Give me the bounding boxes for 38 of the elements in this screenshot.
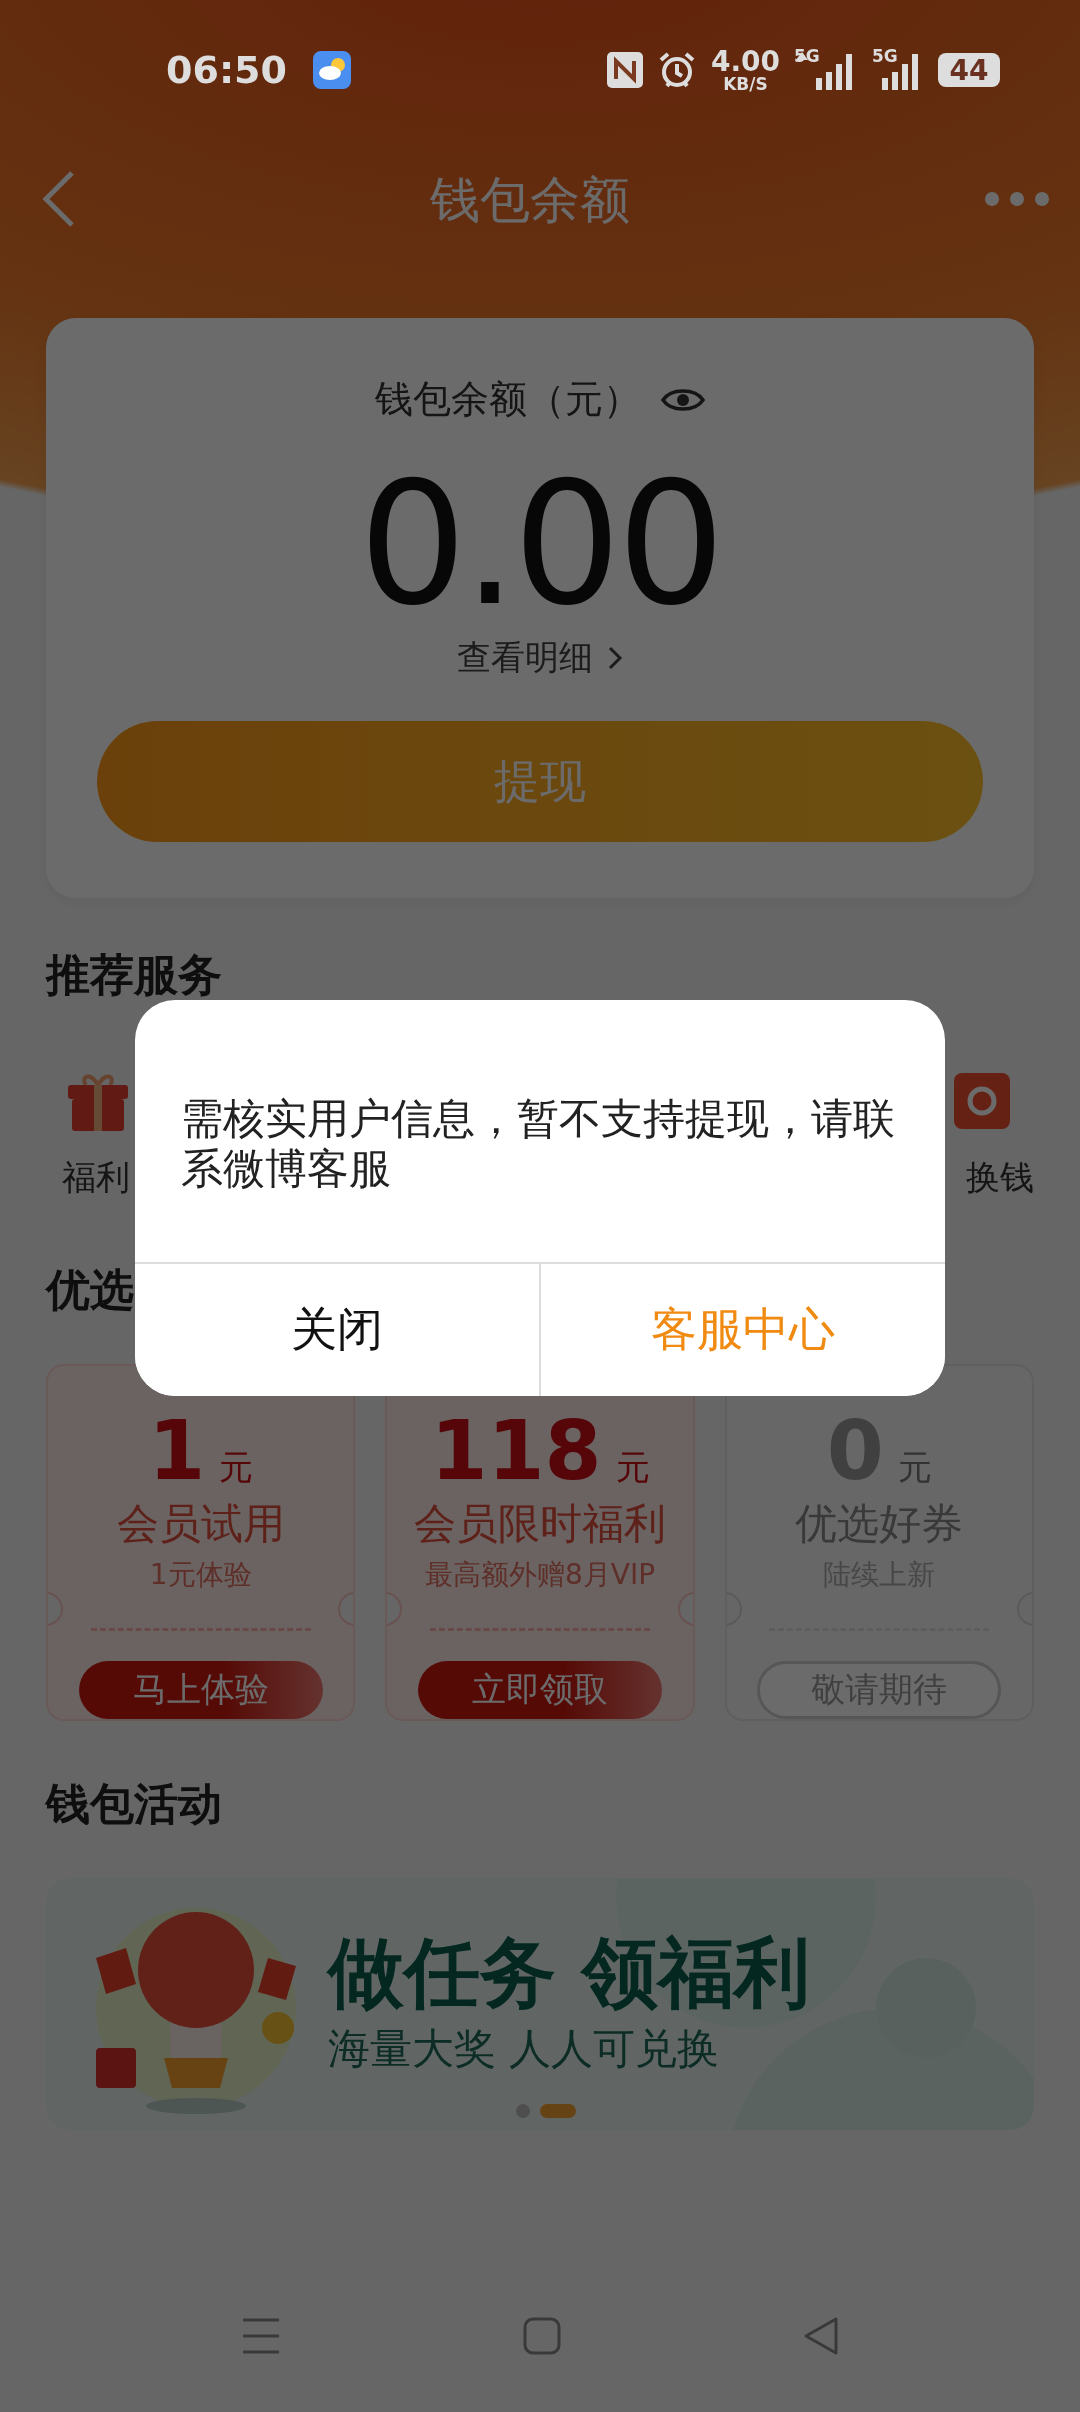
withdraw-button[interactable]: 提现 — [97, 721, 983, 842]
weather-icon — [312, 51, 351, 89]
triangle-icon — [803, 2316, 839, 2355]
section-title: 优选 — [46, 1263, 135, 1317]
back-icon — [40, 168, 76, 229]
customer-service-button[interactable]: 客服中心 — [539, 1264, 945, 1396]
service-item[interactable]: 福利 — [62, 1069, 130, 1201]
more-icon — [984, 190, 1050, 207]
activity-banner[interactable]: 做任务 领福利 海量大奖 人人可兑换 — [46, 1878, 1034, 2130]
square-icon — [523, 2316, 561, 2355]
banner-subline: 海量大奖 人人可兑换 — [328, 2022, 721, 2075]
clock-time: 06:50 — [166, 48, 287, 92]
battery-icon: 44 — [938, 53, 1000, 87]
section-title: 推荐服务 — [46, 948, 223, 1002]
nfc-icon — [606, 52, 643, 88]
network-speed: 4.00 — [710, 47, 780, 76]
coupon-button[interactable]: 马上体验 — [78, 1661, 323, 1719]
section-title: 钱包活动 — [46, 1777, 223, 1831]
coupon-title: 会员试用 — [116, 1498, 285, 1550]
coupon-subtitle: 1元体验 — [149, 1557, 252, 1593]
network-speed-unit: KB/S — [723, 75, 768, 93]
network-type: 5G — [872, 46, 898, 66]
details-link[interactable]: 查看明细 — [457, 635, 623, 681]
coupon-title: 会员限时福利 — [414, 1498, 666, 1550]
currency-unit: 元 — [615, 1450, 650, 1484]
balance-amount: 0.00 — [358, 459, 722, 629]
page-title: 钱包余额 — [430, 169, 630, 231]
service-item[interactable]: 换钱 — [950, 1069, 1034, 1201]
currency-unit: 元 — [219, 1450, 254, 1484]
coupon-subtitle: 最高额外赠8月VIP — [424, 1557, 656, 1593]
chevron-icon — [607, 645, 623, 671]
banner-headline: 做任务 领福利 — [328, 1931, 811, 2015]
dialog-message: 需核实用户信息，暂不支持提现，请联系微博客服 — [180, 1093, 896, 1196]
coupon-amount: 1 — [148, 1410, 206, 1492]
balance-label: 钱包余额（元） — [375, 376, 641, 423]
coupon-button[interactable]: 立即领取 — [418, 1661, 662, 1719]
menu-icon — [241, 2316, 281, 2355]
coupon-amount: 118 — [430, 1410, 602, 1492]
